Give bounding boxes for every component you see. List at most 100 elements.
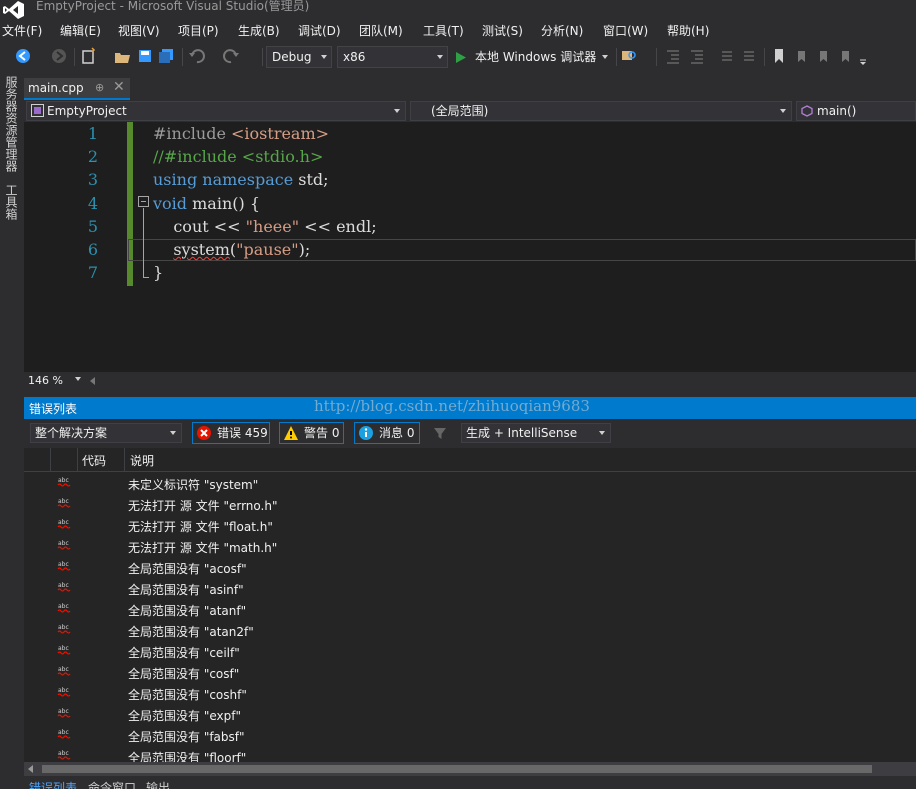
menu-debug[interactable]: 调试(D)	[298, 22, 341, 39]
pin-icon[interactable]: ⊕	[95, 81, 104, 94]
error-row[interactable]: abc 全局范围没有 "atanf"	[24, 598, 916, 619]
scroll-left-icon[interactable]	[28, 765, 33, 773]
toolbox-tab[interactable]: 工具箱	[3, 184, 20, 220]
column-header-code[interactable]: 代码	[82, 452, 106, 469]
outline-end	[143, 277, 149, 278]
error-description: 全局范围没有 "ceilf"	[128, 646, 240, 660]
find-in-files-icon[interactable]	[620, 47, 638, 65]
menu-view[interactable]: 视图(V)	[118, 22, 160, 39]
code-token: cout <<	[153, 217, 246, 236]
error-row[interactable]: abc 全局范围没有 "floorf"	[24, 745, 916, 762]
bookmark-icon[interactable]	[770, 47, 788, 65]
column-header-description[interactable]: 说明	[130, 452, 154, 469]
error-description: 全局范围没有 "floorf"	[128, 751, 247, 762]
redo-icon[interactable]	[222, 47, 240, 65]
save-icon[interactable]	[136, 47, 154, 65]
error-row[interactable]: abc 全局范围没有 "ceilf"	[24, 640, 916, 661]
menu-analyze[interactable]: 分析(N)	[541, 22, 583, 39]
info-icon	[359, 426, 373, 440]
error-row[interactable]: abc 全局范围没有 "fabsf"	[24, 724, 916, 745]
error-description: 无法打开 源 文件 "errno.h"	[128, 499, 278, 513]
error-row[interactable]: abc 无法打开 源 文件 "math.h"	[24, 535, 916, 556]
toolbar-options-icon[interactable]	[856, 47, 874, 65]
tab-output[interactable]: 输出	[146, 779, 170, 789]
undo-icon[interactable]	[188, 47, 206, 65]
error-row[interactable]: abc 全局范围没有 "expf"	[24, 703, 916, 724]
code-editor[interactable]: 1 2 3 4 5 6 7 #include <iostream> //#inc…	[24, 122, 916, 372]
save-all-icon[interactable]	[157, 47, 175, 65]
open-file-icon[interactable]	[114, 47, 132, 65]
tab-error-list[interactable]: 错误列表	[29, 779, 77, 789]
zoom-level[interactable]: 146 %	[28, 374, 63, 387]
error-scope-select[interactable]: 整个解决方案	[30, 423, 182, 443]
menu-file[interactable]: 文件(F)	[2, 22, 42, 39]
warnings-filter-label: 警告 0	[304, 426, 340, 440]
svg-text:abc: abc	[58, 708, 69, 715]
error-scope-value: 整个解决方案	[35, 426, 108, 440]
scroll-left-icon[interactable]	[90, 377, 95, 385]
error-list-title-bar: 错误列表 http://blog.csdn.net/zhihuoqian9683	[24, 397, 916, 419]
chevron-down-icon[interactable]	[75, 377, 81, 381]
filter-icon[interactable]	[432, 425, 448, 441]
member-select[interactable]: main()	[796, 101, 916, 121]
error-row[interactable]: abc 未定义标识符 "system"	[24, 472, 916, 493]
intellisense-error-icon: abc	[57, 624, 71, 634]
menu-window[interactable]: 窗口(W)	[603, 22, 648, 39]
toolbar-separator	[262, 48, 263, 66]
document-tab-main-cpp[interactable]: main.cpp ⊕ ✕	[24, 78, 130, 100]
menu-help[interactable]: 帮助(H)	[667, 22, 709, 39]
svg-text:abc: abc	[58, 540, 69, 547]
intellisense-error-icon: abc	[57, 498, 71, 508]
column-divider	[77, 448, 78, 472]
comment-out-icon[interactable]	[718, 47, 736, 65]
error-row[interactable]: abc 全局范围没有 "coshf"	[24, 682, 916, 703]
line-number: 1	[87, 124, 98, 143]
error-row[interactable]: abc 全局范围没有 "cosf"	[24, 661, 916, 682]
project-select[interactable]: EmptyProject	[26, 101, 406, 121]
code-token: <iostream>	[231, 124, 330, 143]
error-description: 无法打开 源 文件 "math.h"	[128, 541, 278, 555]
menu-team[interactable]: 团队(M)	[359, 22, 403, 39]
error-row[interactable]: abc 无法打开 源 文件 "errno.h"	[24, 493, 916, 514]
previous-bookmark-icon[interactable]	[792, 47, 810, 65]
intellisense-error-icon: abc	[57, 540, 71, 550]
cpp-project-icon	[31, 104, 44, 117]
navigate-back-icon[interactable]	[14, 47, 32, 65]
errors-filter-button[interactable]: 错误 459	[192, 422, 270, 444]
menu-test[interactable]: 测试(S)	[482, 22, 523, 39]
scrollbar-thumb[interactable]	[42, 765, 872, 773]
menu-build[interactable]: 生成(B)	[238, 22, 280, 39]
menu-tools[interactable]: 工具(T)	[423, 22, 464, 39]
unindent-icon[interactable]	[664, 47, 682, 65]
navigate-forward-icon[interactable]	[50, 47, 68, 65]
error-row[interactable]: abc 无法打开 源 文件 "float.h"	[24, 514, 916, 535]
tab-command-window[interactable]: 命令窗口	[88, 779, 136, 789]
menu-edit[interactable]: 编辑(E)	[60, 22, 101, 39]
code-token: #include	[153, 124, 232, 143]
solution-configuration-value: Debug	[272, 50, 312, 64]
uncomment-icon[interactable]	[740, 47, 758, 65]
code-token: "heee"	[245, 217, 300, 236]
chevron-down-icon	[437, 55, 443, 59]
new-project-icon[interactable]	[80, 47, 98, 65]
server-explorer-tab[interactable]: 服务器资源管理器	[3, 76, 20, 172]
solution-configuration-select[interactable]: Debug	[266, 46, 332, 68]
scope-select-value: (全局范围)	[431, 104, 489, 118]
error-row[interactable]: abc 全局范围没有 "atan2f"	[24, 619, 916, 640]
indent-icon[interactable]	[688, 47, 706, 65]
clear-bookmarks-icon[interactable]	[836, 47, 854, 65]
scope-select[interactable]: (全局范围)	[410, 101, 792, 121]
warnings-filter-button[interactable]: 警告 0	[279, 422, 344, 444]
messages-filter-button[interactable]: 消息 0	[354, 422, 420, 444]
menu-project[interactable]: 项目(P)	[178, 22, 219, 39]
horizontal-scrollbar[interactable]	[24, 762, 916, 776]
error-row[interactable]: abc 全局范围没有 "acosf"	[24, 556, 916, 577]
collapse-icon[interactable]	[138, 196, 149, 207]
error-description: 全局范围没有 "atan2f"	[128, 625, 254, 639]
error-row[interactable]: abc 全局范围没有 "asinf"	[24, 577, 916, 598]
editor-navigation-bar: EmptyProject (全局范围) main()	[24, 100, 916, 122]
close-icon[interactable]: ✕	[113, 79, 125, 95]
build-filter-select[interactable]: 生成 + IntelliSense	[461, 423, 611, 443]
next-bookmark-icon[interactable]	[814, 47, 832, 65]
solution-platform-select[interactable]: x86	[337, 46, 448, 68]
